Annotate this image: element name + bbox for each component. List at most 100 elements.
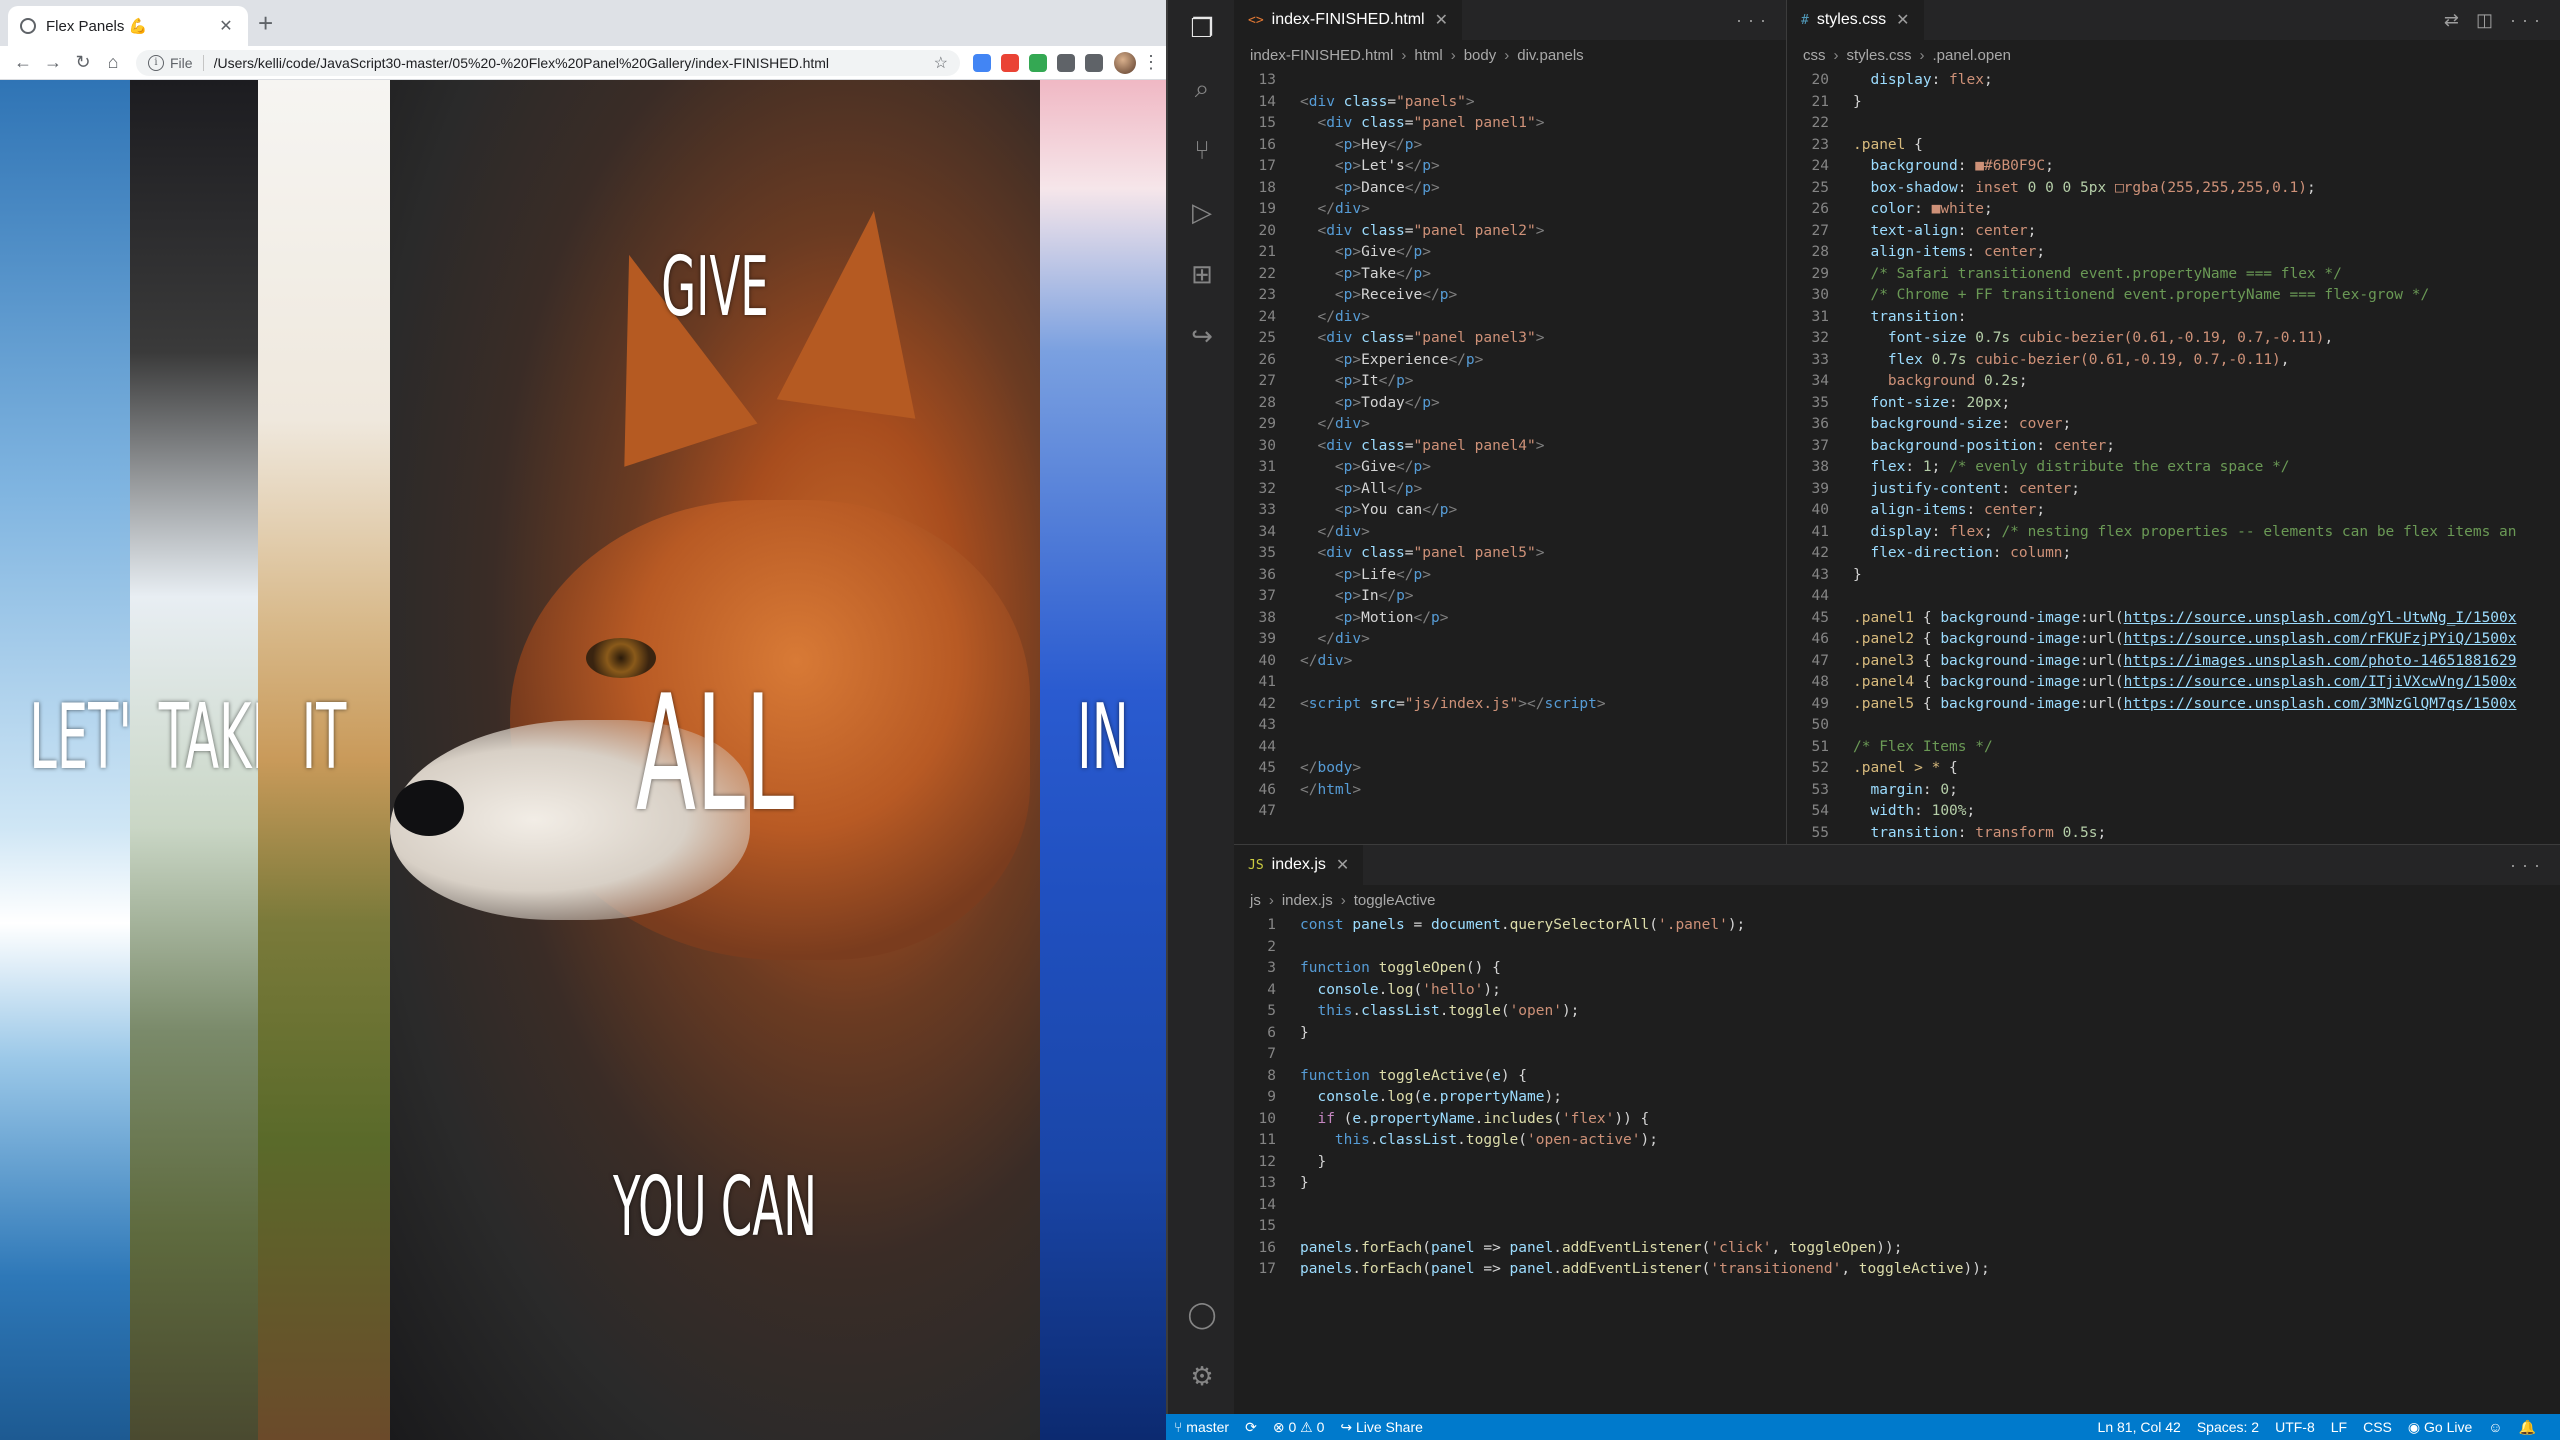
code-line[interactable]: 38 flex: 1; /* evenly distribute the ext…: [1787, 457, 2560, 479]
code-line[interactable]: 3 function toggleOpen() {: [1234, 958, 2560, 980]
code-line[interactable]: 15 <div class="panel panel1">: [1234, 113, 1786, 135]
problems-indicator[interactable]: ⊗ 0 ⚠ 0: [1273, 1419, 1325, 1436]
code-line[interactable]: 52 .panel > * {: [1787, 758, 2560, 780]
code-line[interactable]: 54 width: 100%;: [1787, 801, 2560, 823]
more-actions-icon[interactable]: ···: [1736, 10, 1786, 31]
html-code-area[interactable]: 13 14 <div class="panels"> 15 <div class="p…: [1234, 70, 1786, 844]
code-line[interactable]: 29 /* Safari transitionend event.propert…: [1787, 264, 2560, 286]
code-line[interactable]: 37 background-position: center;: [1787, 436, 2560, 458]
code-line[interactable]: 28 <p>Today</p>: [1234, 393, 1786, 415]
reading-list-icon[interactable]: [1085, 53, 1103, 72]
code-line[interactable]: 45 </body>: [1234, 758, 1786, 780]
panel-5[interactable]: In: [1040, 80, 1166, 1440]
git-branch[interactable]: ⑂ master: [1174, 1419, 1229, 1435]
code-line[interactable]: 25 box-shadow: inset 0 0 0 5px □rgba(255…: [1787, 178, 2560, 200]
panel-1[interactable]: Let's: [0, 80, 130, 1440]
source-control-icon[interactable]: ⑂: [1186, 134, 1218, 166]
code-line[interactable]: 15: [1234, 1216, 2560, 1238]
code-line[interactable]: 44: [1787, 586, 2560, 608]
language-mode[interactable]: CSS: [2363, 1419, 2392, 1435]
breadcrumb-file[interactable]: styles.css: [1847, 47, 1912, 64]
breadcrumb-file[interactable]: index.js: [1282, 892, 1333, 909]
code-line[interactable]: 25 <div class="panel panel3">: [1234, 328, 1786, 350]
split-editor-icon[interactable]: ⇄ ◫ ···: [2444, 10, 2560, 31]
code-line[interactable]: 42 flex-direction: column;: [1787, 543, 2560, 565]
code-line[interactable]: 13: [1234, 70, 1786, 92]
home-icon[interactable]: ⌂: [98, 52, 128, 73]
code-line[interactable]: 35 <div class="panel panel5">: [1234, 543, 1786, 565]
tab-styles-css[interactable]: # styles.css ✕: [1787, 0, 1924, 40]
code-line[interactable]: 39 </div>: [1234, 629, 1786, 651]
panel-2[interactable]: Take: [130, 80, 258, 1440]
code-line[interactable]: 17 panels.forEach(panel => panel.addEvent…: [1234, 1259, 2560, 1281]
code-line[interactable]: 48 .panel4 { background-image:url(https:/…: [1787, 672, 2560, 694]
code-line[interactable]: 21}: [1787, 92, 2560, 114]
extensions-puzzle-icon[interactable]: [1057, 53, 1075, 72]
code-line[interactable]: 49 .panel5 { background-image:url(https:/…: [1787, 694, 2560, 716]
search-icon[interactable]: ⌕: [1186, 72, 1218, 104]
code-line[interactable]: 36 background-size: cover;: [1787, 414, 2560, 436]
breadcrumb-file[interactable]: index-FINISHED.html: [1250, 47, 1393, 64]
code-line[interactable]: 32 font-size 0.7s cubic-bezier(0.61,-0.1…: [1787, 328, 2560, 350]
code-line[interactable]: 11 this.classList.toggle('open-active');: [1234, 1130, 2560, 1152]
code-line[interactable]: 30 <div class="panel panel4">: [1234, 436, 1786, 458]
explorer-icon[interactable]: ❐: [1186, 12, 1218, 44]
code-line[interactable]: 31 transition:: [1787, 307, 2560, 329]
live-share-button[interactable]: ↪ Live Share: [1340, 1419, 1423, 1436]
settings-gear-icon[interactable]: ⚙: [1186, 1360, 1218, 1392]
code-line[interactable]: 27 text-align: center;: [1787, 221, 2560, 243]
panel-3[interactable]: It: [258, 80, 390, 1440]
code-line[interactable]: 44: [1234, 737, 1786, 759]
code-line[interactable]: 9 console.log(e.propertyName);: [1234, 1087, 2560, 1109]
css-code-area[interactable]: 20 display: flex; 21} 22 23 .panel {24 backg…: [1787, 70, 2560, 844]
address-bar[interactable]: i File /Users/kelli/code/JavaScript30-ma…: [136, 49, 960, 76]
code-line[interactable]: 47: [1234, 801, 1786, 823]
code-line[interactable]: 41 display: flex; /* nesting flex proper…: [1787, 522, 2560, 544]
code-line[interactable]: 2: [1234, 937, 2560, 959]
js-code-area[interactable]: 1 const panels = document.querySelectorAl…: [1234, 915, 2560, 1414]
breadcrumb-html[interactable]: html: [1414, 47, 1442, 64]
code-line[interactable]: 16 <p>Hey</p>: [1234, 135, 1786, 157]
address-url[interactable]: /Users/kelli/code/JavaScript30-master/05…: [214, 55, 934, 71]
new-tab-button[interactable]: +: [258, 8, 273, 39]
code-line[interactable]: 40 align-items: center;: [1787, 500, 2560, 522]
code-line[interactable]: 20 display: flex;: [1787, 70, 2560, 92]
extensions-icon[interactable]: ⊞: [1186, 258, 1218, 290]
code-line[interactable]: 45 .panel1 { background-image:url(https:/…: [1787, 608, 2560, 630]
code-line[interactable]: 36 <p>Life</p>: [1234, 565, 1786, 587]
code-line[interactable]: 46 </html>: [1234, 780, 1786, 802]
reload-icon[interactable]: ↻: [68, 52, 98, 73]
end-of-line[interactable]: LF: [2331, 1419, 2347, 1435]
code-line[interactable]: 33 flex 0.7s cubic-bezier(0.61,-0.19, 0.…: [1787, 350, 2560, 372]
code-line[interactable]: 5 this.classList.toggle('open');: [1234, 1001, 2560, 1023]
breadcrumb-css-folder[interactable]: css: [1803, 47, 1826, 64]
indentation[interactable]: Spaces: 2: [2197, 1419, 2259, 1435]
code-line[interactable]: 51 /* Flex Items */: [1787, 737, 2560, 759]
live-share-icon[interactable]: ↪: [1186, 320, 1218, 352]
code-line[interactable]: 26 color: ■white;: [1787, 199, 2560, 221]
code-line[interactable]: 12 }: [1234, 1152, 2560, 1174]
code-line[interactable]: 22: [1787, 113, 2560, 135]
code-line[interactable]: 34 </div>: [1234, 522, 1786, 544]
code-line[interactable]: 21 <p>Give</p>: [1234, 242, 1786, 264]
cursor-position[interactable]: Ln 81, Col 42: [2098, 1419, 2181, 1435]
code-line[interactable]: 34 background 0.2s;: [1787, 371, 2560, 393]
code-line[interactable]: 4 console.log('hello');: [1234, 980, 2560, 1002]
code-line[interactable]: 35 font-size: 20px;: [1787, 393, 2560, 415]
close-icon[interactable]: ✕: [1435, 10, 1448, 30]
code-line[interactable]: 23 <p>Receive</p>: [1234, 285, 1786, 307]
adblock-extension-icon[interactable]: [1001, 53, 1019, 72]
go-live-button[interactable]: ◉ Go Live: [2408, 1419, 2472, 1436]
translate-extension-icon[interactable]: [973, 53, 991, 72]
run-debug-icon[interactable]: ▷: [1186, 196, 1218, 228]
code-line[interactable]: 55 transition: transform 0.5s;: [1787, 823, 2560, 845]
forward-icon[interactable]: →: [38, 52, 68, 73]
feedback-icon[interactable]: ☺: [2488, 1419, 2502, 1435]
code-line[interactable]: 13}: [1234, 1173, 2560, 1195]
code-line[interactable]: 41: [1234, 672, 1786, 694]
code-line[interactable]: 30 /* Chrome + FF transitionend event.pr…: [1787, 285, 2560, 307]
code-line[interactable]: 40 </div>: [1234, 651, 1786, 673]
code-line[interactable]: 23 .panel {: [1787, 135, 2560, 157]
code-line[interactable]: 43}: [1787, 565, 2560, 587]
code-line[interactable]: 10 if (e.propertyName.includes('flex')) …: [1234, 1109, 2560, 1131]
